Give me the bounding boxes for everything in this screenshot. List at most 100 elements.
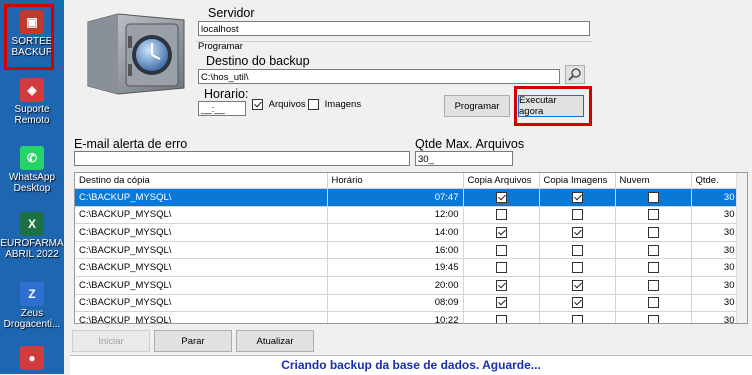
cell-arquivos[interactable] [463, 188, 540, 207]
cell-horario[interactable]: 14:00 [327, 223, 464, 242]
arquivos-checkbox[interactable]: Arquivos [252, 99, 306, 110]
cell-qtde[interactable]: 30 [691, 276, 740, 295]
nuvem-row-checkbox[interactable] [647, 209, 659, 221]
cell-nuvem[interactable] [615, 206, 692, 225]
cell-qtde[interactable]: 30 [691, 206, 740, 225]
desktop-shortcut[interactable]: Z Zeus Drogacenti... [0, 282, 64, 330]
imagens-row-checkbox[interactable] [571, 297, 583, 309]
cell-imagens[interactable] [539, 206, 616, 225]
imagens-row-checkbox[interactable] [571, 314, 583, 323]
cell-destino[interactable]: C:\BACKUP_MYSQL\ [75, 258, 328, 277]
cell-qtde[interactable]: 30 [691, 241, 740, 260]
arquivos-row-checkbox[interactable] [495, 244, 507, 256]
imagens-row-checkbox[interactable] [571, 262, 583, 274]
table-row[interactable]: C:\BACKUP_MYSQL\ 07:47 30 [75, 188, 740, 207]
arquivos-row-checkbox[interactable] [495, 226, 507, 238]
imagens-check-box[interactable] [308, 99, 319, 110]
cell-destino[interactable]: C:\BACKUP_MYSQL\ [75, 294, 328, 313]
cell-qtde[interactable]: 30 [691, 294, 740, 313]
programar-button[interactable]: Programar [444, 95, 510, 117]
qtde-field[interactable]: 30_ [415, 151, 513, 166]
cell-nuvem[interactable] [615, 258, 692, 277]
cell-arquivos[interactable] [463, 294, 540, 313]
cell-qtde[interactable]: 30 [691, 311, 740, 323]
imagens-row-checkbox[interactable] [571, 279, 583, 291]
imagens-row-checkbox[interactable] [571, 209, 583, 221]
column-header[interactable]: Copia Arquivos [463, 173, 540, 189]
cell-destino[interactable]: C:\BACKUP_MYSQL\ [75, 311, 328, 323]
nuvem-row-checkbox[interactable] [647, 226, 659, 238]
cell-horario[interactable]: 10:22 [327, 311, 464, 323]
cell-horario[interactable]: 20:00 [327, 276, 464, 295]
table-row[interactable]: C:\BACKUP_MYSQL\ 12:00 30 [75, 206, 740, 225]
cell-arquivos[interactable] [463, 241, 540, 260]
arquivos-row-checkbox[interactable] [495, 191, 507, 203]
cell-imagens[interactable] [539, 188, 616, 207]
backup-schedule-table[interactable]: Destino da cópia Horário Copia Arquivos Cop… [74, 172, 748, 324]
imagens-checkbox[interactable]: Imagens [308, 99, 361, 110]
cell-qtde[interactable]: 30 [691, 188, 740, 207]
cell-imagens[interactable] [539, 223, 616, 242]
cell-horario[interactable]: 12:00 [327, 206, 464, 225]
column-header[interactable]: Horário [327, 173, 464, 189]
arquivos-row-checkbox[interactable] [495, 279, 507, 291]
arquivos-row-checkbox[interactable] [495, 314, 507, 323]
cell-nuvem[interactable] [615, 241, 692, 260]
imagens-row-checkbox[interactable] [571, 191, 583, 203]
desktop-shortcut[interactable]: ◈ Suporte Remoto [0, 78, 64, 126]
cell-horario[interactable]: 16:00 [327, 241, 464, 260]
arquivos-row-checkbox[interactable] [495, 209, 507, 221]
cell-qtde[interactable]: 30 [691, 258, 740, 277]
column-header[interactable]: Nuvem [615, 173, 692, 189]
nuvem-row-checkbox[interactable] [647, 262, 659, 274]
cell-nuvem[interactable] [615, 311, 692, 323]
cell-horario[interactable]: 07:47 [327, 188, 464, 207]
table-row[interactable]: C:\BACKUP_MYSQL\ 19:45 30 [75, 258, 740, 277]
destino-field[interactable]: C:\hos_util\ [198, 69, 560, 84]
horario-field[interactable]: __:__ [198, 101, 246, 116]
email-field[interactable] [74, 151, 410, 166]
arquivos-row-checkbox[interactable] [495, 297, 507, 309]
cell-nuvem[interactable] [615, 188, 692, 207]
cell-arquivos[interactable] [463, 311, 540, 323]
cell-horario[interactable]: 19:45 [327, 258, 464, 277]
servidor-field[interactable]: localhost [198, 21, 590, 36]
cell-imagens[interactable] [539, 311, 616, 323]
iniciar-button[interactable]: Iniciar [72, 330, 150, 352]
arquivos-row-checkbox[interactable] [495, 262, 507, 274]
cell-nuvem[interactable] [615, 276, 692, 295]
cell-imagens[interactable] [539, 294, 616, 313]
cell-destino[interactable]: C:\BACKUP_MYSQL\ [75, 223, 328, 242]
cell-arquivos[interactable] [463, 223, 540, 242]
cell-nuvem[interactable] [615, 294, 692, 313]
cell-imagens[interactable] [539, 258, 616, 277]
desktop-shortcut[interactable]: X EUROFARMA ABRIL 2022 [0, 212, 64, 260]
cell-destino[interactable]: C:\BACKUP_MYSQL\ [75, 206, 328, 225]
cell-arquivos[interactable] [463, 258, 540, 277]
desktop-shortcut[interactable]: ● [0, 346, 64, 372]
cell-qtde[interactable]: 30 [691, 223, 740, 242]
cell-horario[interactable]: 08:09 [327, 294, 464, 313]
cell-destino[interactable]: C:\BACKUP_MYSQL\ [75, 188, 328, 207]
nuvem-row-checkbox[interactable] [647, 244, 659, 256]
atualizar-button[interactable]: Atualizar [236, 330, 314, 352]
cell-arquivos[interactable] [463, 276, 540, 295]
nuvem-row-checkbox[interactable] [647, 314, 659, 323]
cell-nuvem[interactable] [615, 223, 692, 242]
table-scrollbar[interactable] [736, 173, 747, 323]
table-row[interactable]: C:\BACKUP_MYSQL\ 10:22 30 [75, 311, 740, 323]
desktop-shortcut[interactable]: ✆ WhatsApp Desktop [0, 146, 64, 194]
browse-folder-button[interactable] [565, 65, 585, 84]
column-header[interactable]: Qtde. [691, 173, 740, 189]
column-header[interactable]: Destino da cópia [75, 173, 328, 189]
cell-arquivos[interactable] [463, 206, 540, 225]
column-header[interactable]: Copia Imagens [539, 173, 616, 189]
imagens-row-checkbox[interactable] [571, 226, 583, 238]
cell-imagens[interactable] [539, 276, 616, 295]
cell-destino[interactable]: C:\BACKUP_MYSQL\ [75, 276, 328, 295]
nuvem-row-checkbox[interactable] [647, 297, 659, 309]
cell-destino[interactable]: C:\BACKUP_MYSQL\ [75, 241, 328, 260]
table-row[interactable]: C:\BACKUP_MYSQL\ 14:00 30 [75, 223, 740, 242]
table-row[interactable]: C:\BACKUP_MYSQL\ 16:00 30 [75, 241, 740, 260]
arquivos-check-box[interactable] [252, 99, 263, 110]
